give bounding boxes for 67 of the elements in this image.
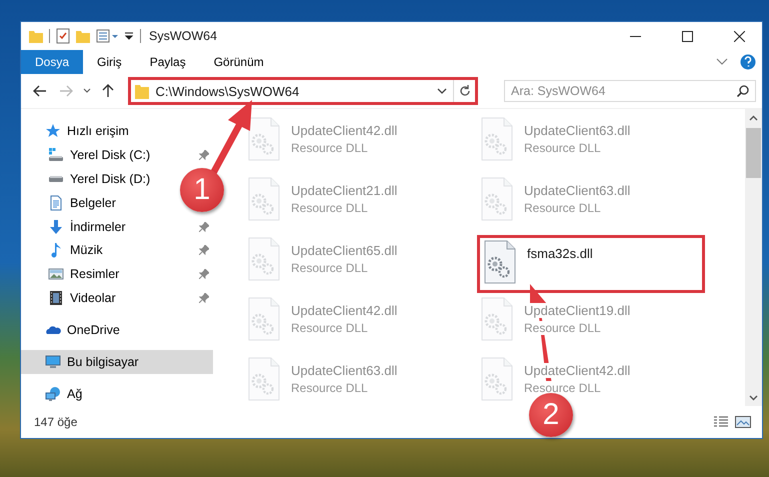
window-title: SysWOW64 — [149, 29, 218, 43]
film-icon — [48, 290, 64, 306]
file-type: Resource DLL — [291, 141, 368, 155]
file-type: Resource DLL — [524, 141, 601, 155]
file-tab[interactable]: Dosya — [21, 50, 84, 74]
address-path: C:\Windows\SysWOW64 — [155, 84, 300, 98]
forward-arrow-icon — [58, 85, 73, 97]
sidebar-item[interactable]: Ağ — [21, 382, 88, 406]
up-arrow-icon — [102, 84, 114, 98]
ribbon-tab[interactable]: Paylaş — [136, 50, 200, 74]
file-type: Resource DLL — [291, 381, 368, 395]
ribbon-tab[interactable]: Görünüm — [200, 50, 278, 74]
maximize-icon — [682, 30, 692, 42]
pin-icon[interactable] — [199, 222, 209, 232]
scrollbar-thumb[interactable] — [746, 128, 761, 178]
pin-icon[interactable] — [199, 245, 209, 256]
folder-icon — [29, 28, 43, 44]
pin-icon[interactable] — [199, 150, 209, 160]
sidebar-item[interactable]: İndirmeler — [21, 214, 213, 239]
address-bar[interactable]: C:\Windows\SysWOW64 — [128, 77, 478, 105]
sidebar-item[interactable]: Hızlı erişim — [21, 119, 135, 143]
file-type: Resource DLL — [291, 321, 368, 335]
chevron-down-icon — [82, 88, 91, 94]
file-type: Resource DLL — [524, 201, 601, 215]
drive-icon — [48, 176, 64, 182]
sidebar-item[interactable]: Resimler — [21, 262, 213, 286]
sidebar-item[interactable]: Müzik — [21, 238, 213, 262]
chevron-up-icon — [749, 114, 758, 120]
search-field[interactable]: Ara: SysWOW64 — [504, 80, 756, 102]
dropdown-caret-icon[interactable] — [124, 31, 134, 41]
search-icon[interactable] — [737, 85, 749, 97]
sidebar-item[interactable]: Yerel Disk (D:) — [21, 166, 156, 191]
ribbon-tab[interactable]: Giriş — [83, 50, 136, 74]
drive-icon — [48, 146, 64, 163]
highlighted-file-item[interactable]: fsma32s.dll — [477, 235, 705, 293]
file-type: Resource DLL — [291, 261, 368, 275]
scrollbar[interactable] — [745, 109, 762, 406]
document-icon — [48, 194, 64, 211]
file-type: Resource DLL — [291, 201, 368, 215]
close-icon — [734, 30, 744, 42]
properties-icon[interactable] — [96, 29, 118, 43]
checklist-icon[interactable] — [56, 28, 70, 44]
sidebar-item[interactable]: Videolar — [21, 286, 213, 310]
network-icon — [45, 386, 61, 402]
pin-icon[interactable] — [199, 269, 209, 280]
refresh-icon — [458, 85, 470, 97]
large-icons-view-button[interactable] — [732, 413, 754, 431]
chevron-down-icon[interactable] — [437, 87, 447, 95]
file-name[interactable]: fsma32s.dll — [527, 246, 593, 261]
download-arrow-icon — [48, 218, 64, 235]
sidebar-item[interactable]: OneDrive — [21, 318, 126, 342]
picture-icon — [735, 416, 751, 428]
list-icon — [713, 416, 729, 428]
pin-icon[interactable] — [199, 293, 209, 304]
file-type: Resource DLL — [524, 381, 601, 395]
star-icon — [45, 122, 61, 139]
picture-icon — [48, 266, 64, 282]
chevron-down-icon — [749, 394, 758, 400]
item-count: 147 öğe — [34, 415, 78, 429]
gear-file-icon[interactable] — [483, 240, 517, 284]
sidebar-item[interactable]: Bu bilgisayar — [21, 350, 213, 374]
monitor-icon — [45, 354, 61, 370]
back-arrow-icon — [32, 85, 47, 97]
file-type: Resource DLL — [524, 321, 601, 335]
sidebar-item[interactable]: Yerel Disk (C:) — [21, 142, 213, 167]
sidebar-item[interactable]: Belgeler — [21, 190, 122, 215]
folder-icon — [135, 83, 150, 99]
